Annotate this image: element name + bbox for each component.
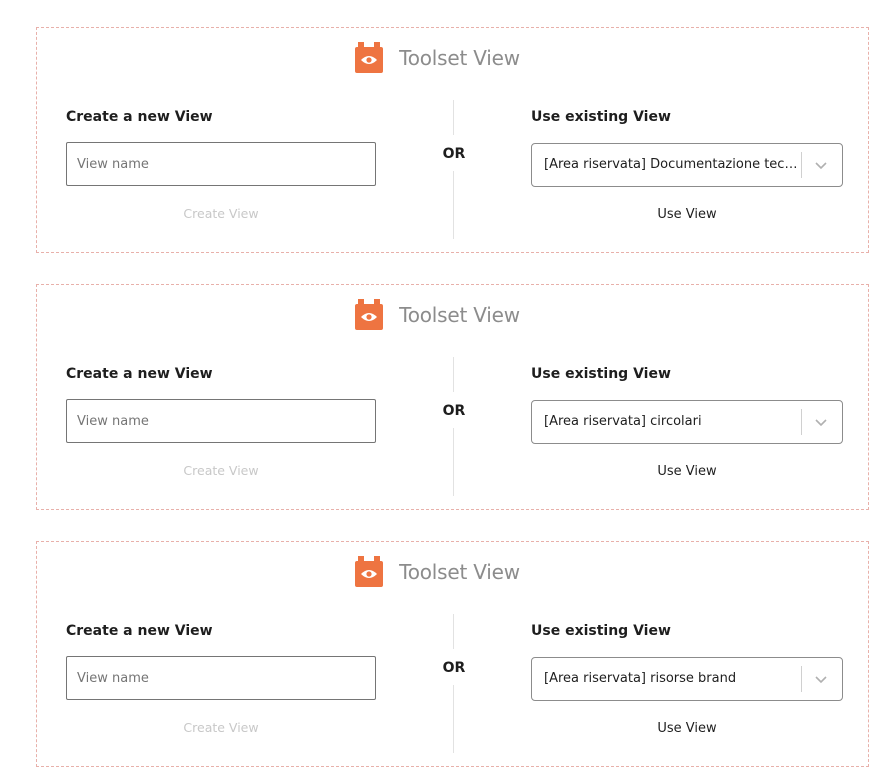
toolset-view-block: Toolset View Create a new View Create Vi…	[36, 541, 869, 767]
use-view-button[interactable]: Use View	[531, 721, 843, 736]
select-separator	[801, 409, 802, 435]
divider	[453, 171, 454, 239]
view-name-input[interactable]	[66, 142, 376, 186]
existing-view-select[interactable]: [Area riservata] circolari	[531, 400, 843, 444]
view-name-input[interactable]	[66, 399, 376, 443]
create-view-column: Create a new View Create View	[66, 363, 376, 478]
existing-view-column: Use existing View [Area riservata] circo…	[531, 363, 843, 479]
block-title: Toolset View	[399, 302, 520, 327]
block-header: Toolset View	[37, 42, 868, 73]
existing-view-label: Use existing View	[531, 366, 671, 382]
existing-view-select[interactable]: [Area riservata] Documentazione tecnica	[531, 143, 843, 187]
create-view-button[interactable]: Create View	[66, 206, 376, 221]
selected-view-value: [Area riservata] circolari	[544, 414, 702, 429]
selected-view-value: [Area riservata] Documentazione tecnica	[544, 157, 802, 172]
block-title: Toolset View	[399, 559, 520, 584]
create-view-button[interactable]: Create View	[66, 463, 376, 478]
existing-view-select[interactable]: [Area riservata] risorse brand	[531, 657, 843, 701]
block-title: Toolset View	[399, 45, 520, 70]
divider	[453, 100, 454, 135]
or-label: OR	[442, 660, 466, 676]
existing-view-column: Use existing View [Area riservata] risor…	[531, 620, 843, 736]
divider	[453, 357, 454, 392]
create-view-column: Create a new View Create View	[66, 106, 376, 221]
toolset-view-icon	[355, 556, 384, 587]
create-view-label: Create a new View	[66, 109, 213, 125]
use-view-button[interactable]: Use View	[531, 207, 843, 222]
create-view-label: Create a new View	[66, 366, 213, 382]
selected-view-value: [Area riservata] risorse brand	[544, 671, 737, 686]
block-header: Toolset View	[37, 299, 868, 330]
toolset-view-block: Toolset View Create a new View Create Vi…	[36, 27, 869, 253]
divider	[453, 428, 454, 496]
divider	[453, 685, 454, 753]
toolset-view-icon	[355, 299, 384, 330]
existing-view-label: Use existing View	[531, 109, 671, 125]
or-label: OR	[442, 146, 466, 162]
block-header: Toolset View	[37, 556, 868, 587]
existing-view-label: Use existing View	[531, 623, 671, 639]
use-view-button[interactable]: Use View	[531, 464, 843, 479]
select-separator	[801, 666, 802, 692]
create-view-column: Create a new View Create View	[66, 620, 376, 735]
divider	[453, 614, 454, 649]
view-name-input[interactable]	[66, 656, 376, 700]
toolset-view-icon	[355, 42, 384, 73]
select-separator	[801, 152, 802, 178]
create-view-button[interactable]: Create View	[66, 720, 376, 735]
create-view-label: Create a new View	[66, 623, 213, 639]
toolset-view-block: Toolset View Create a new View Create Vi…	[36, 284, 869, 510]
or-label: OR	[442, 403, 466, 419]
existing-view-column: Use existing View [Area riservata] Docum…	[531, 106, 843, 222]
